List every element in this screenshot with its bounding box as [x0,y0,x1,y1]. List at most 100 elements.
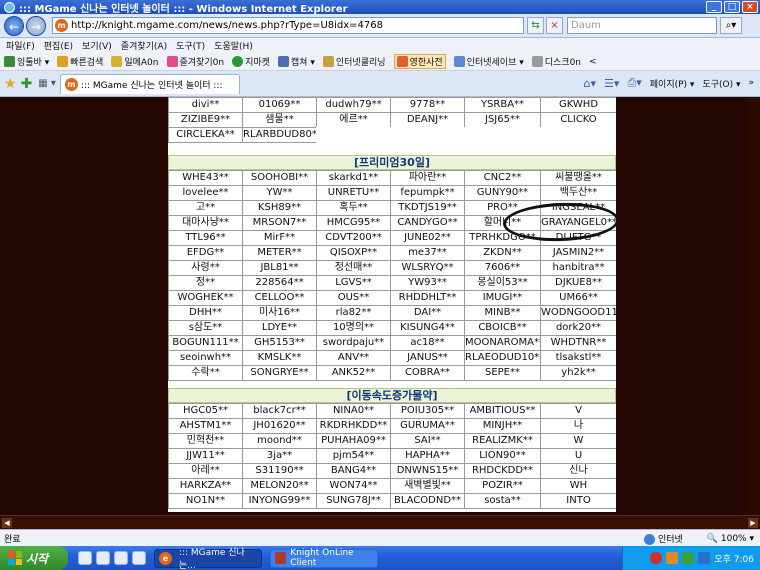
link-save[interactable]: 인터넷세이브 ▾ [453,55,524,68]
winner-cell: SUNG78J** [316,493,391,509]
link-disk[interactable]: 디스크0n [531,55,581,68]
favorites-star-icon[interactable]: ★ [4,76,17,92]
winner-cell: 고** [168,200,243,216]
winner-cell: DAI** [390,305,465,321]
menu-view[interactable]: 보기(V) [82,39,112,52]
tab-mgame[interactable]: m ::: MGame 신나는 인터넷 놀이터 ::: [59,73,240,94]
dictionary-icon [396,56,408,67]
start-button[interactable]: 시작 [0,546,68,570]
winner-cell: UNRETU** [316,185,391,201]
winner-cell: LGVS** [316,275,391,291]
home-icon[interactable]: ⌂▾ [584,77,597,90]
winner-cell: MELON20** [242,478,317,494]
winner-cell: hanbitra** [540,260,616,276]
winner-cell: DEANJ** [390,112,465,128]
ime-icon[interactable] [650,552,663,564]
winner-cell: RLARBDUD80** [242,127,317,143]
print-icon[interactable]: ⎙▾ [627,76,641,90]
winner-cell [316,127,391,143]
links-scroll-left[interactable]: < [589,57,597,67]
winners-list: divi** 01069** dudwh79** 9778** YSRBA** GKWHD… [168,97,616,512]
winner-cell: WHE43** [168,170,243,186]
link-mail[interactable]: 일메A0n [111,55,159,68]
refresh-button[interactable]: ⇆ [527,17,544,34]
winner-cell: YW93** [390,275,465,291]
winner-cell: NINA0** [316,403,391,419]
winner-cell: 샘물** [242,112,317,128]
winner-cell: WH [540,478,616,494]
page-menu[interactable]: 페이지(P) ▾ [650,77,695,90]
desktop-icon[interactable] [132,551,146,565]
ie-launch-icon[interactable] [96,551,110,565]
minimize-button[interactable]: _ [706,1,722,13]
tray-app-icon[interactable] [666,552,679,564]
winner-cell: 대마사냥** [168,215,243,231]
winner-cell: ZIZIBE9** [168,112,243,128]
zoom-level[interactable]: 🔍 100% ▾ [707,534,754,544]
add-favorite-icon[interactable]: ✚ [21,76,33,92]
forward-button[interactable]: → [26,15,46,36]
address-bar[interactable]: m http://knight.mgame.com/news/news.php?… [52,17,524,34]
link-favorites-on[interactable]: 즐겨찾기0n [166,55,224,68]
winner-cell: GURUMA** [390,418,465,434]
scroll-left-arrow-icon[interactable]: ◀ [2,517,12,528]
winner-cell: RHDDHLT** [390,290,465,306]
winner-cell: 7606** [464,260,541,276]
status-bar: 완료 인터넷 🔍 100% ▾ [0,529,760,546]
task-ie[interactable]: e ::: MGame 신나는... [154,548,262,570]
link-capture[interactable]: 캡쳐 ▾ [277,55,315,68]
feeds-icon[interactable]: ☰▾ [604,77,619,90]
scroll-right-arrow-icon[interactable]: ▶ [748,517,758,528]
tools-menu[interactable]: 도구(O) ▾ [702,77,740,90]
winner-cell: U [540,448,616,464]
task-knight-online[interactable]: Knight OnLine Client [270,548,378,568]
maximize-button[interactable]: □ [724,1,740,13]
vertical-scrollbar[interactable] [748,97,760,517]
winner-cell: LION90** [464,448,541,464]
winner-cell: JUNE02** [390,230,465,246]
search-input[interactable]: Daum [567,17,717,34]
toolbar-more-icon[interactable]: » [748,78,754,88]
winner-cell: KMSLK** [242,350,317,366]
link-dictionary[interactable]: 영한사전 [393,54,446,69]
link-toolbar[interactable]: 잉툴바 ▾ [4,55,49,68]
menu-tools[interactable]: 도구(T) [176,39,205,52]
heart-icon [166,56,178,67]
link-gmarket[interactable]: 지마켓 [232,55,270,68]
system-tray: 오후 7:06 [622,546,760,570]
winner-cell: CLICKO [540,112,616,128]
media-player-icon[interactable] [114,551,128,565]
winner-cell: HARKZA** [168,478,243,494]
quick-tabs-icon[interactable]: ▦ ▾ [38,78,56,89]
menu-favorites[interactable]: 즐겨찾기(A) [121,39,167,52]
winner-cell: DJKUE8** [540,275,616,291]
section-speed-potion: [이동속도증가물약] HGC05** black7cr** NINA0** POIU3… [168,388,616,509]
menu-help[interactable]: 도움말(H) [214,39,253,52]
winner-cell: GKWHD [540,97,616,113]
winner-cell: WOGHEK** [168,290,243,306]
security-icon[interactable] [698,552,711,564]
winner-cell: 씨불땡올** [540,170,616,186]
menu-edit[interactable]: 편집(E) [44,39,73,52]
close-button[interactable]: × [742,1,758,13]
search-button[interactable]: ⌕▾ [720,17,742,34]
ie-icon [4,1,15,13]
quicklaunch-icon[interactable] [78,551,92,565]
winner-cell: NO1N** [168,493,243,509]
winner-cell: JANUS** [390,350,465,366]
link-quick-search[interactable]: 빠른검색 [57,55,103,68]
winner-cell: ZKDN** [464,245,541,261]
link-cleaning[interactable]: 인터넷클리닝 [322,55,386,68]
back-button[interactable]: ← [4,15,24,36]
menu-file[interactable]: 파일(F) [6,39,35,52]
winner-cell: seoinwh** [168,350,243,366]
stop-button[interactable]: × [546,17,563,34]
winner-cell: POIU305** [390,403,465,419]
disk-icon [531,56,543,67]
horizontal-scrollbar[interactable]: ◀ ▶ [0,515,760,529]
winner-cell: RHDCKDD** [464,463,541,479]
quick-launch [78,551,146,565]
network-icon[interactable] [682,552,695,564]
ie-task-icon: e [159,551,172,565]
security-zone: 인터넷 [643,532,683,545]
